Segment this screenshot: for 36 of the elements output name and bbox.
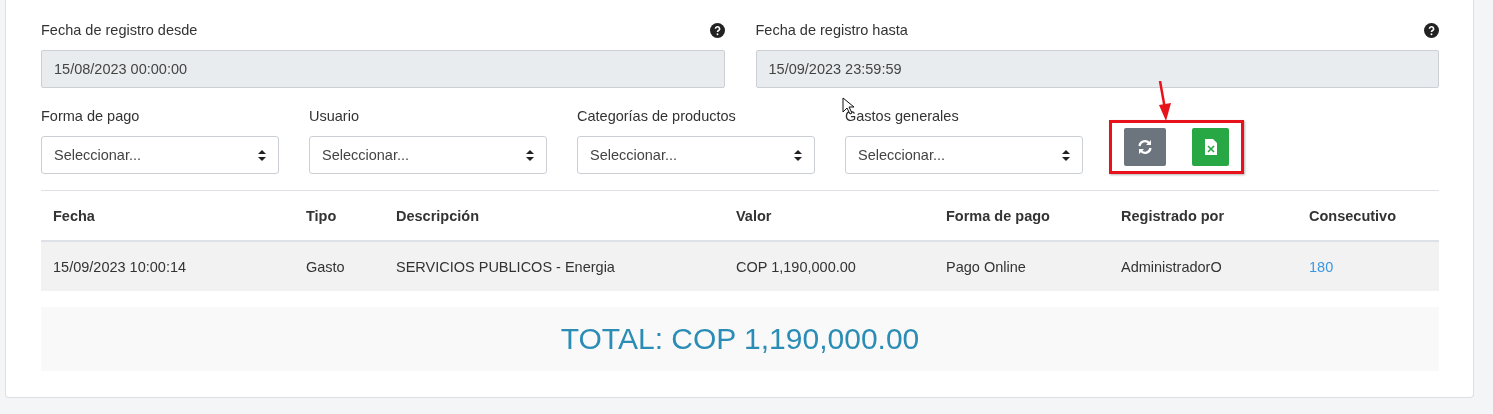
field-label: Forma de pago xyxy=(41,108,140,124)
field-label: Categorías de productos xyxy=(577,108,736,124)
column-header: Valor xyxy=(735,207,773,224)
date-field[interactable]: 15/09/2023 23:59:59 xyxy=(755,50,1439,88)
column-header: Tipo xyxy=(305,207,338,224)
select-field[interactable]: Seleccionar... xyxy=(41,136,279,174)
total-amount: TOTAL: COP 1,190,000.00 xyxy=(560,322,920,356)
select-field[interactable]: Seleccionar... xyxy=(577,136,815,174)
field-label: Usuario xyxy=(309,108,359,124)
column-header: Consecutivo xyxy=(1308,207,1397,224)
excel-export-button[interactable] xyxy=(1192,128,1229,166)
sort-caret-icon xyxy=(1062,149,1070,161)
help-icon[interactable] xyxy=(709,22,725,38)
refresh-button[interactable] xyxy=(1124,128,1166,166)
field-label: Fecha de registro hasta xyxy=(755,22,908,38)
field-label: Gastos generales xyxy=(845,108,959,124)
refresh-icon xyxy=(1137,139,1153,155)
column-header: Fecha xyxy=(52,207,96,224)
date-field[interactable]: 15/08/2023 00:00:00 xyxy=(41,50,725,88)
table-cell-text: Pago Online xyxy=(945,258,1027,275)
table-cell-text: SERVICIOS PUBLICOS - Energia xyxy=(395,258,616,275)
column-header: Registrado por xyxy=(1120,207,1226,224)
column-header: Forma de pago xyxy=(945,207,1051,224)
spreadsheet-file-icon xyxy=(1204,139,1217,155)
sort-caret-icon xyxy=(526,149,534,161)
table-cell-text: AdministradorO xyxy=(1120,258,1223,275)
column-header: Descripción xyxy=(395,207,480,224)
sort-caret-icon xyxy=(258,149,266,161)
field-label: Fecha de registro desde xyxy=(41,22,198,38)
select-field[interactable]: Seleccionar... xyxy=(309,136,547,174)
sort-caret-icon xyxy=(794,149,802,161)
table-cell-text: Gasto xyxy=(305,258,346,275)
select-field[interactable]: Seleccionar... xyxy=(845,136,1083,174)
help-icon[interactable] xyxy=(1424,22,1439,38)
table-cell-text: COP 1,190,000.00 xyxy=(735,258,857,275)
table-cell-text: 15/09/2023 10:00:14 xyxy=(52,258,188,275)
